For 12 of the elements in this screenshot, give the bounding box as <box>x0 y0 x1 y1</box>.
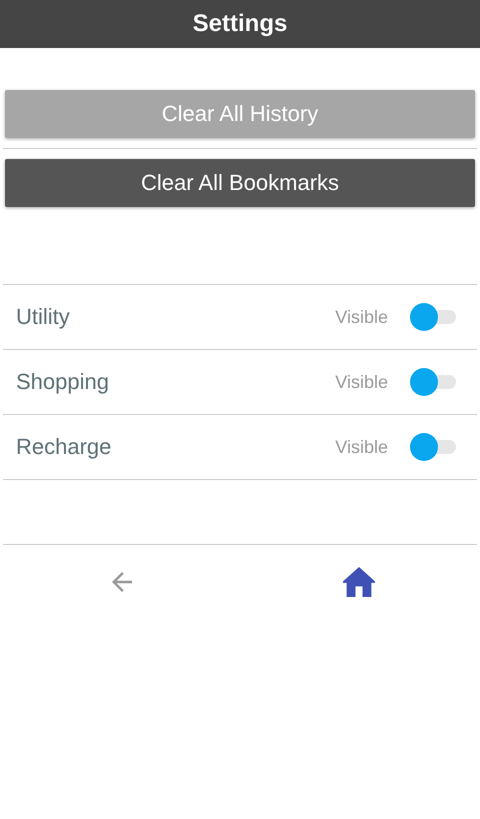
toggle-switch[interactable] <box>410 367 456 397</box>
home-icon[interactable] <box>342 567 374 597</box>
status-label: Visible <box>335 372 388 392</box>
category-name: Recharge <box>16 434 112 460</box>
status-label: Visible <box>335 436 388 458</box>
category-name: Utility <box>16 304 71 330</box>
header-title: Settings <box>192 10 288 38</box>
toggle-switch[interactable] <box>410 302 456 332</box>
status-label: Visible <box>335 306 388 328</box>
action-button[interactable]: Clear All Bookmarks <box>5 159 475 207</box>
toggle-switch[interactable] <box>410 432 456 462</box>
category-name: Shopping <box>16 369 110 395</box>
